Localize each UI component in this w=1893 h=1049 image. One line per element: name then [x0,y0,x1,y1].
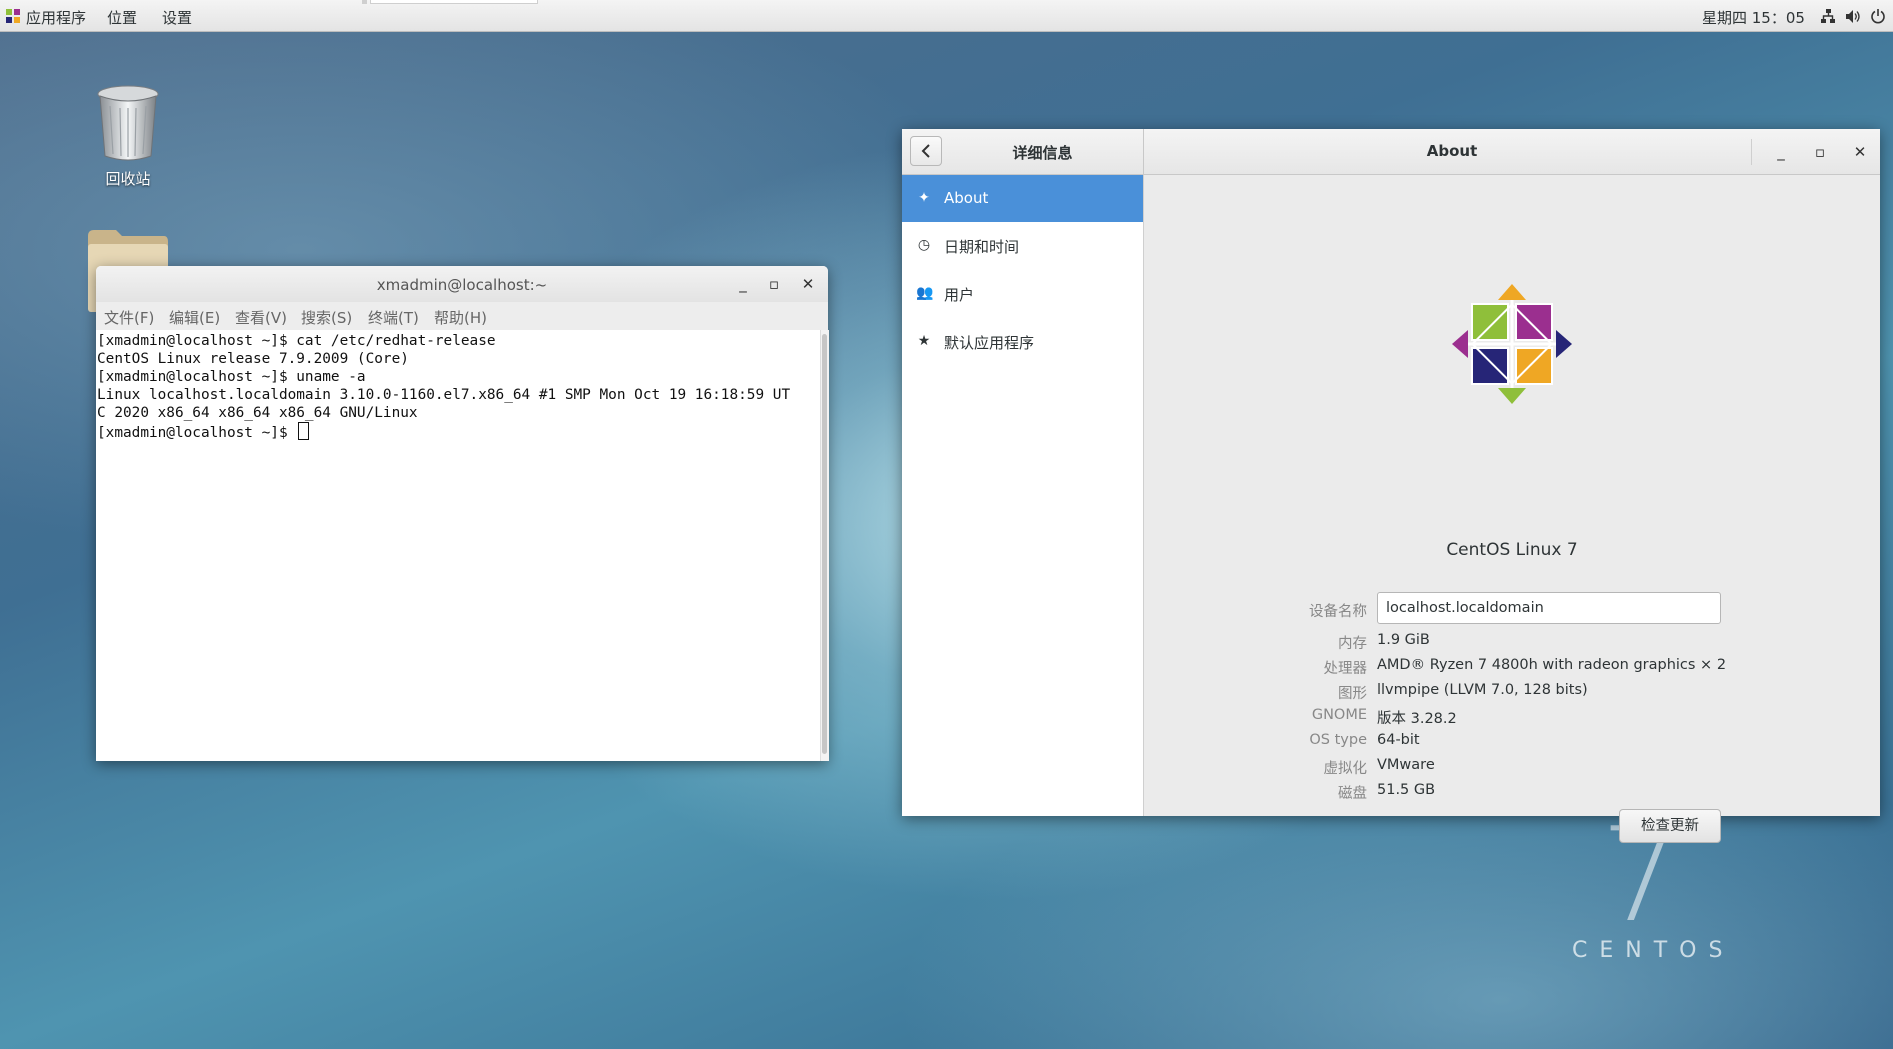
terminal-menubar: 文件(F) 编辑(E) 查看(V) 搜索(S) 终端(T) 帮助(H) [96,302,828,331]
minimize-button[interactable]: _ [1768,139,1794,165]
applications-menu[interactable]: 应用程序 [26,7,86,28]
graphics-value: llvmpipe (LLVM 7.0, 128 bits) [1377,682,1588,698]
window-list-separator [362,0,367,4]
terminal-title: xmadmin@localhost:~ [376,276,548,294]
menu-view[interactable]: 查看(V) [235,307,287,328]
star-icon: ★ [917,333,931,349]
menu-terminal[interactable]: 终端(T) [368,307,419,328]
device-name-label: 设备名称 [1309,604,1367,620]
terminal-line: [xmadmin@localhost ~]$ uname -a [97,369,366,385]
maximize-button[interactable]: ▫ [1807,139,1833,165]
sidebar-item-default-apps[interactable]: ★ 默认应用程序 [902,318,1143,365]
terminal-output[interactable]: [xmadmin@localhost ~]$ cat /etc/redhat-r… [96,330,820,761]
settings-sidebar-header: 详细信息 [902,129,1144,175]
disk-value: 51.5 GB [1377,782,1436,798]
terminal-line: C 2020 x86_64 x86_64 x86_64 GNU/Linux [97,405,418,421]
close-button[interactable]: ✕ [795,271,821,297]
virtualization-value: VMware [1377,757,1435,773]
terminal-prompt-line: [xmadmin@localhost ~]$ [97,422,310,442]
menu-help[interactable]: 帮助(H) [434,307,487,328]
os-type-value: 64-bit [1377,732,1420,748]
processor-label: 处理器 [1323,661,1368,677]
memory-value: 1.9 GiB [1377,632,1430,648]
menu-file[interactable]: 文件(F) [104,307,154,328]
sidebar-item-label: 默认应用程序 [944,334,1035,352]
header-divider [1751,139,1752,165]
clock-icon: ◷ [917,237,931,253]
chevron-left-icon [921,144,930,158]
settings-menu[interactable]: 设置 [162,7,192,28]
centos-logo [1452,284,1572,404]
places-menu[interactable]: 位置 [107,7,137,28]
clock[interactable]: 星期四 15：05 [1702,7,1805,28]
gnome-value: 版本 3.28.2 [1377,711,1457,727]
back-button[interactable] [910,136,942,166]
settings-main-header[interactable]: About _ ▫ ✕ [1144,129,1880,175]
terminal-line: [xmadmin@localhost ~]$ cat /etc/redhat-r… [97,333,496,349]
terminal-titlebar[interactable]: xmadmin@localhost:~ _ ▫ ✕ [96,266,828,303]
gnome-label: GNOME [1311,707,1367,723]
watermark-centos: CENTOS [1572,938,1735,963]
graphics-label: 图形 [1338,686,1367,702]
sidebar-item-date-time[interactable]: ◷ 日期和时间 [902,222,1143,269]
trash-label: 回收站 [105,170,151,188]
users-icon: 👥 [916,285,934,301]
minimize-button[interactable]: _ [730,271,756,297]
page-title: About [1426,142,1478,160]
sidebar-item-label: 用户 [944,286,975,304]
virtualization-label: 虚拟化 [1323,761,1368,777]
about-panel: CentOS Linux 7 设备名称 localhost.localdomai… [1144,175,1880,843]
device-name-field[interactable]: localhost.localdomain [1377,592,1721,624]
terminal-prompt: [xmadmin@localhost ~]$ [97,425,297,441]
network-icon[interactable] [1820,9,1836,24]
settings-sidebar: ✦ About ◷ 日期和时间 👥 用户 ★ 默认应用程序 [902,175,1144,816]
sparkle-icon: ✦ [918,190,930,206]
menu-edit[interactable]: 编辑(E) [169,307,220,328]
sidebar-item-label: About [944,189,989,207]
top-panel: 应用程序 位置 设置 星期四 15：05 [0,0,1893,32]
terminal-line: Linux localhost.localdomain 3.10.0-1160.… [97,387,791,403]
terminal-window: xmadmin@localhost:~ _ ▫ ✕ 文件(F) 编辑(E) 查看… [96,266,829,761]
sidebar-item-users[interactable]: 👥 用户 [902,270,1143,317]
disk-label: 磁盘 [1338,786,1367,802]
trash-desktop-icon[interactable]: 回收站 [88,84,168,189]
os-type-label: OS type [1309,732,1367,748]
applications-icon [6,9,20,23]
volume-icon[interactable] [1845,9,1861,24]
terminal-line: CentOS Linux release 7.9.2009 (Core) [97,351,409,367]
settings-window: 详细信息 About _ ▫ ✕ ✦ About ◷ 日期和时间 👥 用户 ★ … [902,129,1880,843]
close-button[interactable]: ✕ [1847,139,1873,165]
os-name: CentOS Linux 7 [1446,540,1578,560]
sidebar-item-about[interactable]: ✦ About [902,175,1143,222]
menu-search[interactable]: 搜索(S) [301,307,352,328]
check-updates-button[interactable]: 检查更新 [1619,809,1721,843]
maximize-button[interactable]: ▫ [761,271,787,297]
sidebar-item-label: 日期和时间 [944,238,1020,256]
terminal-cursor [298,422,310,440]
settings-panel-title: 详细信息 [1012,144,1073,162]
terminal-scrollbar[interactable] [820,330,829,761]
scrollbar-thumb[interactable] [822,334,827,754]
processor-value: AMD® Ryzen 7 4800h with radeon graphics … [1377,657,1727,673]
window-list-tab[interactable] [370,0,538,4]
trash-icon [97,85,159,161]
power-icon[interactable] [1870,8,1886,24]
memory-label: 内存 [1338,636,1367,652]
